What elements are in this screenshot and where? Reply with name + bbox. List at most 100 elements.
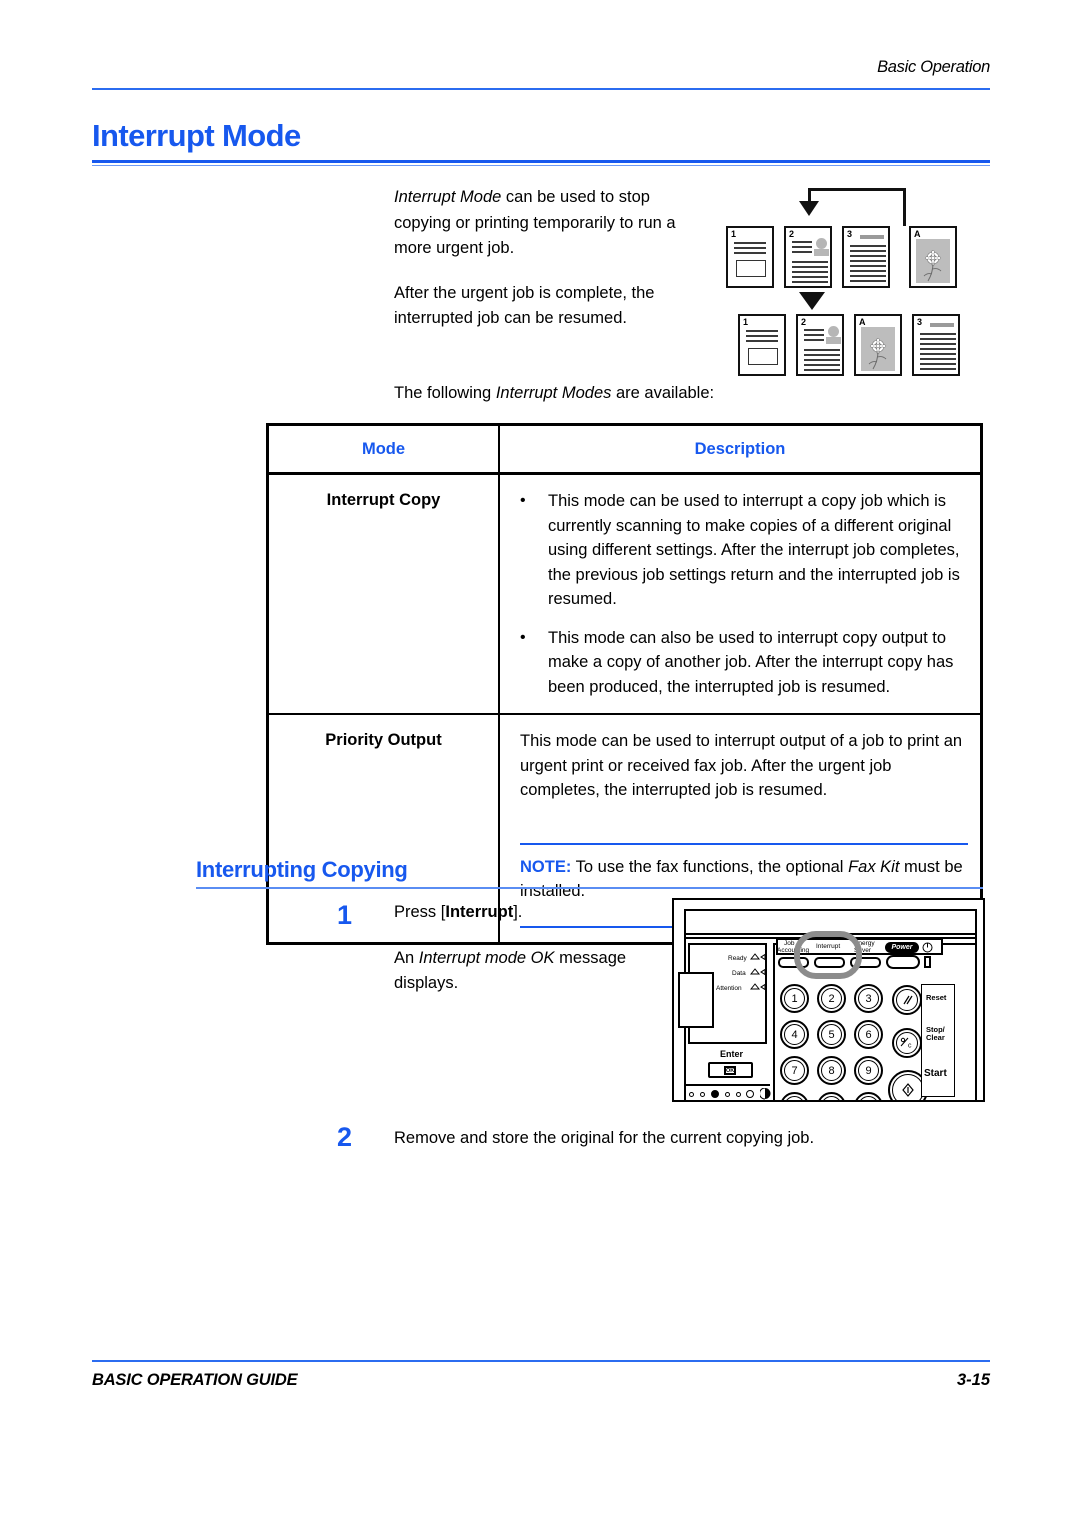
numeric-key-6[interactable]: 6 (854, 1020, 883, 1049)
intro-text-block: Interrupt Mode can be used to stop copyi… (394, 185, 676, 332)
numeric-key-8[interactable]: 8 (817, 1056, 846, 1085)
page-title: Interrupt Mode (92, 118, 301, 153)
step-1-before: Press [ (394, 903, 446, 921)
stop-clear-label-line1: Stop/ (926, 1025, 945, 1034)
diagram-page-bottom-A: A (854, 314, 902, 376)
diagram-arrow-into-slot3 (799, 201, 819, 216)
diagram-connector-vertical-right (903, 188, 906, 226)
diagram-page-bottom-3: 3 (912, 314, 960, 376)
interrupt-button-highlight-ring (794, 931, 862, 979)
section-heading-interrupting-copying: Interrupting Copying (196, 857, 408, 882)
table-header-mode: Mode (361, 439, 406, 458)
available-modes-after: are available: (611, 384, 715, 402)
numeric-key-1[interactable]: 1 (780, 984, 809, 1013)
diagram-page-label: 1 (731, 229, 737, 239)
available-modes-before: The following (394, 384, 496, 402)
step-2-text: Remove and store the original for the cu… (394, 1126, 954, 1152)
reset-label: Reset (926, 993, 947, 1002)
table-row: Interrupt Copy • This mode can be used t… (269, 475, 980, 713)
density-dot-active (711, 1090, 719, 1098)
step-2-line-1: Remove and store the original for the cu… (394, 1129, 815, 1147)
diagram-arrow-to-output-row (799, 292, 825, 310)
document-page: Basic Operation Interrupt Mode Interrupt… (0, 0, 1080, 1528)
diagram-page-top-A: A (909, 226, 957, 288)
note-emphasis-fax-kit: Fax Kit (848, 857, 900, 876)
intro-paragraph-1: Interrupt Mode can be used to stop copyi… (394, 185, 676, 262)
density-dot (725, 1092, 730, 1097)
power-label-pill: Power (885, 942, 919, 953)
density-dot (700, 1092, 705, 1097)
diagram-page-label: 3 (917, 317, 923, 327)
power-symbol-icon (922, 942, 933, 953)
numeric-key-5[interactable]: 5 (817, 1020, 846, 1049)
page-title-rule-thick (92, 160, 990, 163)
diagram-page-label: 3 (847, 229, 853, 239)
step-1-msg-before: An (394, 948, 419, 967)
power-button[interactable] (886, 955, 920, 969)
step-number-2: 2 (337, 1122, 353, 1152)
indicator-label-data: Data (732, 970, 746, 977)
footer-divider-rule (92, 1360, 990, 1362)
page-title-rule-thin (92, 165, 990, 166)
flower-illustration (868, 338, 887, 370)
diagram-page-label: 1 (743, 317, 749, 327)
available-modes-emphasis: Interrupt Modes (495, 384, 612, 402)
indicator-lamp-icons (750, 953, 766, 991)
indicator-label-attention: Attention (716, 985, 742, 992)
stop-clear-label-line2: Clear (926, 1033, 945, 1042)
numeric-key-3[interactable]: 3 (854, 984, 883, 1013)
indicator-label-ready: Ready (728, 955, 747, 962)
bullet-glyph: • (520, 492, 526, 509)
intro-emphasis-interrupt-mode: Interrupt Mode (394, 188, 502, 206)
density-half-moon-icon (760, 1088, 771, 1100)
diagram-page-label: 2 (801, 317, 807, 327)
bullet-glyph: • (520, 628, 526, 646)
step-1-after: ]. (513, 903, 523, 921)
panel-lower-divider (684, 1084, 770, 1086)
numeric-key-2[interactable]: 2 (817, 984, 846, 1013)
diagram-page-bottom-1: 1 (738, 314, 786, 376)
list-item: • This mode can be used to interrupt a c… (520, 489, 968, 612)
list-item: • This mode can also be used to interrup… (520, 626, 968, 700)
power-indicator-lamp (924, 956, 931, 968)
diagram-page-label: A (859, 317, 866, 327)
diagram-page-label: 2 (789, 229, 795, 239)
diagram-connector-vertical-left (808, 188, 811, 202)
step-1-line-2: An Interrupt mode OK message displays. (394, 946, 669, 997)
diagram-page-top-1: 1 (726, 226, 774, 288)
table-header-row: Mode Description (269, 426, 980, 475)
footer-page-number: 3-15 (956, 1371, 990, 1389)
section-heading-rule (196, 887, 983, 889)
numeric-key-4[interactable]: 4 (780, 1020, 809, 1049)
stop-clear-button[interactable]: c (892, 1028, 922, 1058)
flower-illustration (923, 250, 942, 282)
enter-label: Enter (720, 1049, 744, 1059)
density-dot (736, 1092, 741, 1097)
table-cell-description-interrupt-copy: • This mode can be used to interrupt a c… (498, 475, 980, 713)
header-divider-rule (92, 88, 990, 90)
priority-output-paragraph: This mode can be used to interrupt outpu… (520, 732, 963, 799)
density-dot (746, 1090, 754, 1098)
numeric-key-9[interactable]: 9 (854, 1056, 883, 1085)
step-1-line-1: Press [Interrupt]. (394, 900, 669, 926)
step-number-1: 1 (337, 900, 353, 930)
note-text-before: To use the fax functions, the optional (571, 857, 849, 876)
diagram-page-bottom-2: 2 (796, 314, 844, 376)
step-1-button-name: Interrupt (445, 903, 514, 921)
diagram-page-label: A (914, 229, 921, 239)
density-dot (689, 1092, 694, 1097)
available-modes-line: The following Interrupt Modes are availa… (394, 381, 954, 405)
panel-display-screen (678, 972, 714, 1028)
interrupt-flow-diagram: 1 2 3 A 1 2 A 3 (716, 184, 982, 376)
intro-paragraph-2: After the urgent job is complete, the in… (394, 283, 655, 328)
table-header-description: Description (498, 426, 980, 472)
running-header-title: Basic Operation (877, 58, 990, 76)
operation-panel-illustration: Ready Data Attention Enter OK Job Accoun… (672, 898, 985, 1102)
enter-key-ok-label: OK (726, 1068, 735, 1074)
numeric-key-7[interactable]: 7 (780, 1056, 809, 1085)
list-item-text: This mode can be used to interrupt a cop… (548, 492, 960, 608)
job-accounting-label-line1: Job (784, 940, 795, 947)
reset-button[interactable] (892, 985, 922, 1015)
start-label: Start (924, 1068, 947, 1079)
diagram-page-top-2: 2 (784, 226, 832, 288)
